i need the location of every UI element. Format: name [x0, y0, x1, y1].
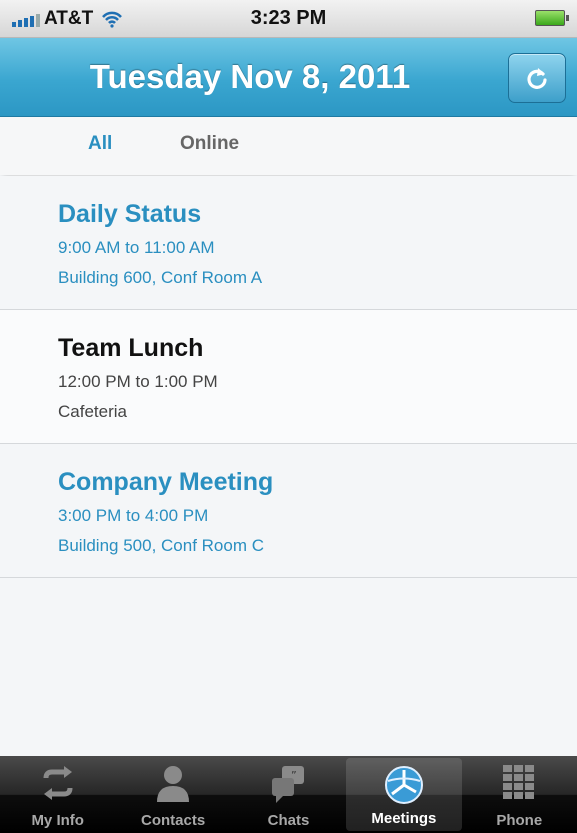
- tab-label: Meetings: [371, 810, 437, 827]
- tab-contacts[interactable]: Contacts: [115, 756, 230, 833]
- filter-all-tab[interactable]: All: [88, 117, 112, 175]
- chat-bubbles-icon: ”: [272, 766, 305, 803]
- person-icon: [157, 766, 190, 802]
- tab-bar: My Info Contacts ” Chats Meetings Phone: [0, 756, 577, 833]
- sync-icon: [43, 766, 73, 800]
- meeting-time: 12:00 PM to 1:00 PM: [58, 372, 218, 391]
- meeting-location: Cafeteria: [58, 402, 127, 421]
- tab-my-info[interactable]: My Info: [0, 756, 115, 833]
- refresh-button[interactable]: [508, 53, 566, 103]
- filter-tabs: All Online: [0, 117, 577, 175]
- signal-strength-icon: [12, 11, 40, 27]
- carrier-name: AT&T: [44, 7, 94, 29]
- tab-phone[interactable]: Phone: [462, 756, 577, 833]
- tab-chats[interactable]: ” Chats: [231, 756, 346, 833]
- meeting-list: Daily Status 9:00 AM to 11:00 AM Buildin…: [0, 176, 577, 758]
- tab-label: My Info: [31, 812, 84, 829]
- filter-online-tab[interactable]: Online: [180, 117, 239, 175]
- page-title: Tuesday Nov 8, 2011: [89, 58, 411, 95]
- tab-label: Contacts: [140, 812, 206, 829]
- status-bar: AT&T 3:23 PM: [0, 0, 577, 38]
- meeting-item-daily-status[interactable]: Daily Status 9:00 AM to 11:00 AM Buildin…: [0, 176, 577, 310]
- keypad-icon: [503, 765, 535, 799]
- tab-label: Phone: [496, 812, 543, 829]
- meeting-title: Team Lunch: [58, 334, 204, 362]
- meetings-globe-icon: [384, 766, 423, 804]
- meeting-item-company-meeting[interactable]: Company Meeting 3:00 PM to 4:00 PM Build…: [0, 444, 577, 578]
- meeting-title: Company Meeting: [58, 468, 274, 496]
- meeting-time: 9:00 AM to 11:00 AM: [58, 238, 215, 257]
- meeting-item-team-lunch[interactable]: Team Lunch 12:00 PM to 1:00 PM Cafeteria: [0, 310, 577, 444]
- battery-icon: [535, 10, 569, 26]
- refresh-icon: [527, 68, 547, 89]
- wifi-icon: [102, 11, 123, 28]
- meeting-location: Building 600, Conf Room A: [58, 268, 263, 287]
- navigation-bar: Tuesday Nov 8, 2011: [0, 38, 577, 117]
- meeting-time: 3:00 PM to 4:00 PM: [58, 506, 209, 525]
- tab-label: Chats: [267, 812, 310, 829]
- meeting-title: Daily Status: [58, 200, 202, 228]
- meeting-location: Building 500, Conf Room C: [58, 536, 265, 555]
- svg-text:”: ”: [291, 769, 297, 782]
- tab-meetings[interactable]: Meetings: [346, 758, 462, 831]
